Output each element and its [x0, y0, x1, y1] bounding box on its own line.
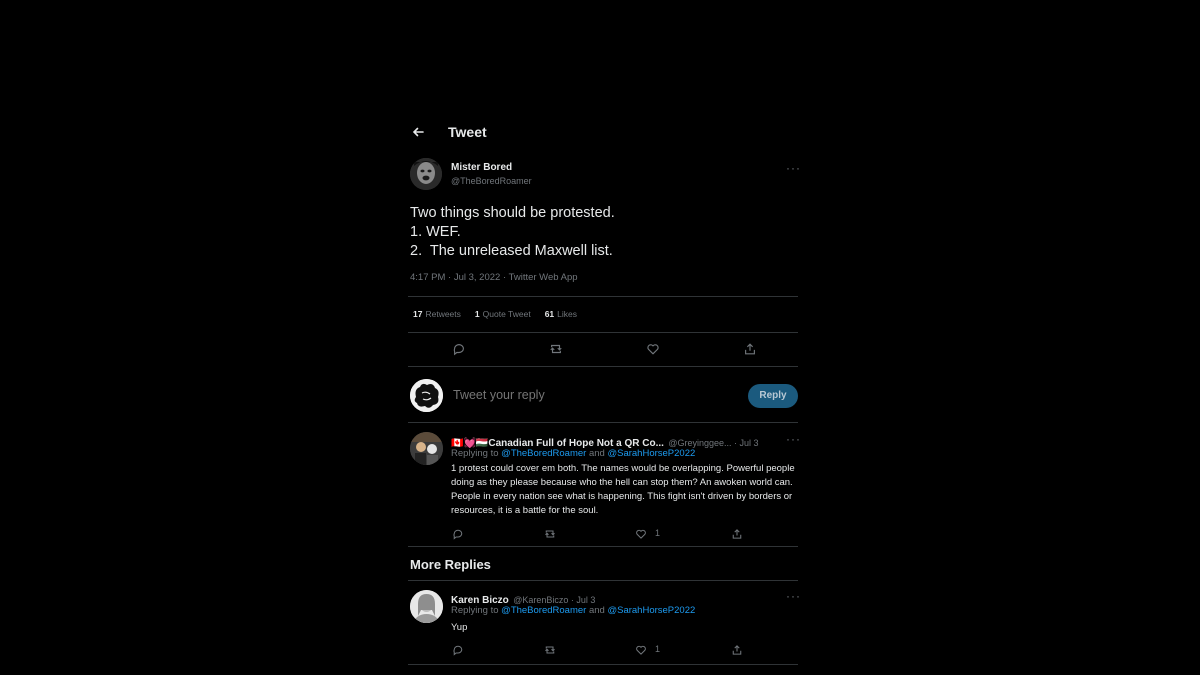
tweet-text-line: 2. The unreleased Maxwell list. [410, 243, 613, 259]
retweet-icon[interactable] [544, 527, 556, 539]
tweet-timestamp[interactable]: 4:17 PM · Jul 3, 2022 · Twitter Web App [410, 272, 578, 283]
likes-label: Likes [557, 309, 577, 319]
like-count: 1 [655, 528, 661, 538]
reply-meta: @KarenBiczo · Jul 3 [513, 595, 596, 605]
mention-link[interactable]: @TheBoredRoamer [501, 605, 586, 616]
reply-icon[interactable] [452, 643, 464, 656]
replying-prefix: Replying to [451, 605, 499, 616]
author-avatar[interactable] [410, 158, 442, 190]
mention-link[interactable]: @SarahHorseP2022 [607, 448, 695, 459]
divider [408, 580, 798, 581]
replying-and: and [588, 448, 605, 459]
replying-prefix: Replying to [451, 448, 499, 459]
tweet-column: Tweet Mister Bored @TheBoredRoamer ··· T… [400, 0, 800, 675]
share-icon[interactable] [731, 643, 743, 655]
mention-link[interactable]: @TheBoredRoamer [501, 448, 586, 459]
reply-more-options-icon[interactable]: ··· [786, 432, 801, 446]
tweet-text-line: Two things should be protested. [410, 205, 615, 221]
like-icon[interactable] [646, 342, 660, 356]
back-arrow-icon[interactable] [410, 124, 426, 140]
likes-stat[interactable]: 61 Likes [545, 309, 577, 319]
divider [408, 296, 798, 297]
divider [408, 422, 798, 423]
replying-to: Replying to @TheBoredRoamer and @SarahHo… [451, 448, 695, 459]
tweet-text-line: 1. WEF. [410, 224, 461, 240]
retweets-label: Retweets [425, 309, 461, 319]
reply-author-avatar[interactable] [410, 590, 443, 623]
reply-icon[interactable] [452, 342, 466, 356]
author-handle[interactable]: @TheBoredRoamer [451, 176, 532, 186]
author-name[interactable]: Mister Bored [451, 162, 512, 173]
quotes-label: Quote Tweet [482, 309, 531, 319]
tweet-text: Two things should be protested. 1. WEF. 2.… [410, 204, 615, 261]
more-replies-heading: More Replies [410, 557, 491, 572]
current-user-avatar[interactable] [410, 379, 443, 412]
reply-text: Yup [451, 622, 468, 633]
divider [408, 664, 798, 665]
retweet-icon[interactable] [544, 643, 556, 655]
mention-link[interactable]: @SarahHorseP2022 [607, 605, 695, 616]
like-icon[interactable] [635, 527, 647, 539]
quotes-stat[interactable]: 1 Quote Tweet [475, 309, 531, 319]
like-icon[interactable] [635, 643, 647, 655]
page-title: Tweet [448, 124, 487, 140]
retweets-stat[interactable]: 17 Retweets [413, 309, 461, 319]
divider [408, 332, 798, 333]
replying-and: and [588, 605, 605, 616]
reply-icon[interactable] [452, 527, 464, 540]
retweet-icon[interactable] [549, 342, 563, 356]
more-options-icon[interactable]: ··· [786, 161, 801, 175]
like-count: 1 [655, 644, 661, 654]
reply-more-options-icon[interactable]: ··· [786, 589, 801, 603]
reply-text: 1 protest could cover em both. The names… [451, 463, 795, 516]
reply-input[interactable] [453, 388, 733, 402]
reply-button[interactable]: Reply [748, 384, 798, 408]
divider [408, 546, 798, 547]
reply-meta: @Greyinggee... · Jul 3 [668, 438, 759, 448]
reply-author-avatar[interactable] [410, 432, 443, 465]
share-icon[interactable] [731, 527, 743, 539]
share-icon[interactable] [743, 342, 757, 356]
quotes-count: 1 [474, 309, 480, 319]
likes-count: 61 [544, 309, 555, 319]
tweet-stats: 17 Retweets 1 Quote Tweet 61 Likes [413, 309, 577, 319]
divider [408, 366, 798, 367]
retweets-count: 17 [413, 309, 423, 319]
replying-to: Replying to @TheBoredRoamer and @SarahHo… [451, 605, 695, 616]
